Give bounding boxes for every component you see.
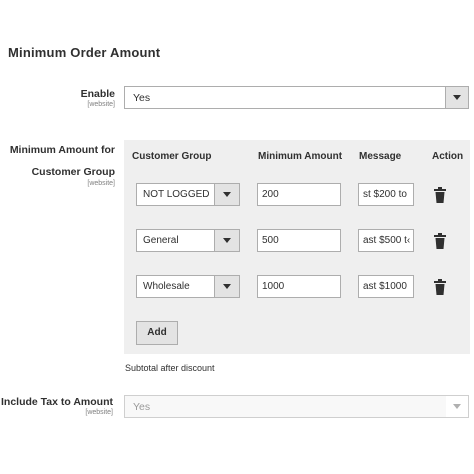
trash-icon[interactable] xyxy=(434,233,446,249)
customer-group-amount-label-line2: Customer Group xyxy=(31,166,115,178)
row-3-message-input[interactable]: ast $1000 xyxy=(358,275,414,298)
row-1-message-value: st $200 to xyxy=(363,189,407,200)
chevron-down-icon xyxy=(223,192,231,197)
column-header-minimum-amount: Minimum Amount xyxy=(258,151,343,162)
row-2-group-dropdown-arrow[interactable] xyxy=(214,230,239,251)
customer-group-amount-label-line1: Minimum Amount for xyxy=(9,144,115,156)
trash-icon[interactable] xyxy=(434,187,446,203)
include-tax-scope: [website] xyxy=(85,409,113,416)
row-3-message-value: ast $1000 xyxy=(363,281,407,292)
row-2-group-value: General xyxy=(143,235,179,246)
row-1-amount-value: 200 xyxy=(262,189,279,200)
enable-select-value: Yes xyxy=(133,92,151,104)
row-1-group-dropdown-arrow[interactable] xyxy=(214,184,239,205)
column-header-customer-group: Customer Group xyxy=(132,151,212,162)
customer-group-amount-scope: [website] xyxy=(87,180,115,187)
add-row-button[interactable]: Add xyxy=(136,321,178,345)
row-1-group-value: NOT LOGGED xyxy=(143,189,210,200)
chevron-down-icon xyxy=(453,404,461,409)
row-3-group-dropdown-arrow[interactable] xyxy=(214,276,239,297)
row-3-amount-input[interactable]: 1000 xyxy=(257,275,341,298)
row-2-message-value: ast $500 t‹ xyxy=(363,235,410,246)
row-3-group-value: Wholesale xyxy=(143,281,190,292)
chevron-down-icon xyxy=(223,238,231,243)
row-1-amount-input[interactable]: 200 xyxy=(257,183,341,206)
include-tax-select-value: Yes xyxy=(133,401,151,413)
chevron-down-icon xyxy=(223,284,231,289)
include-tax-select[interactable]: Yes xyxy=(124,395,469,418)
row-1-message-input[interactable]: st $200 to xyxy=(358,183,414,206)
enable-select[interactable]: Yes xyxy=(124,86,469,109)
column-header-action: Action xyxy=(432,151,464,162)
chevron-down-icon xyxy=(453,95,461,100)
row-3-group-select[interactable]: Wholesale xyxy=(136,275,240,298)
row-2-group-select[interactable]: General xyxy=(136,229,240,252)
trash-icon[interactable] xyxy=(434,279,446,295)
row-1-group-select[interactable]: NOT LOGGED xyxy=(136,183,240,206)
row-3-amount-value: 1000 xyxy=(262,281,285,292)
column-header-message: Message xyxy=(359,151,402,162)
subtotal-note: Subtotal after discount xyxy=(125,363,215,373)
enable-dropdown-arrow[interactable] xyxy=(445,87,468,108)
row-2-amount-input[interactable]: 500 xyxy=(257,229,341,252)
section-title: Minimum Order Amount xyxy=(8,45,161,60)
row-2-message-input[interactable]: ast $500 t‹ xyxy=(358,229,414,252)
enable-scope: [website] xyxy=(87,101,115,108)
row-2-amount-value: 500 xyxy=(262,235,279,246)
include-tax-dropdown-arrow[interactable] xyxy=(446,396,468,417)
